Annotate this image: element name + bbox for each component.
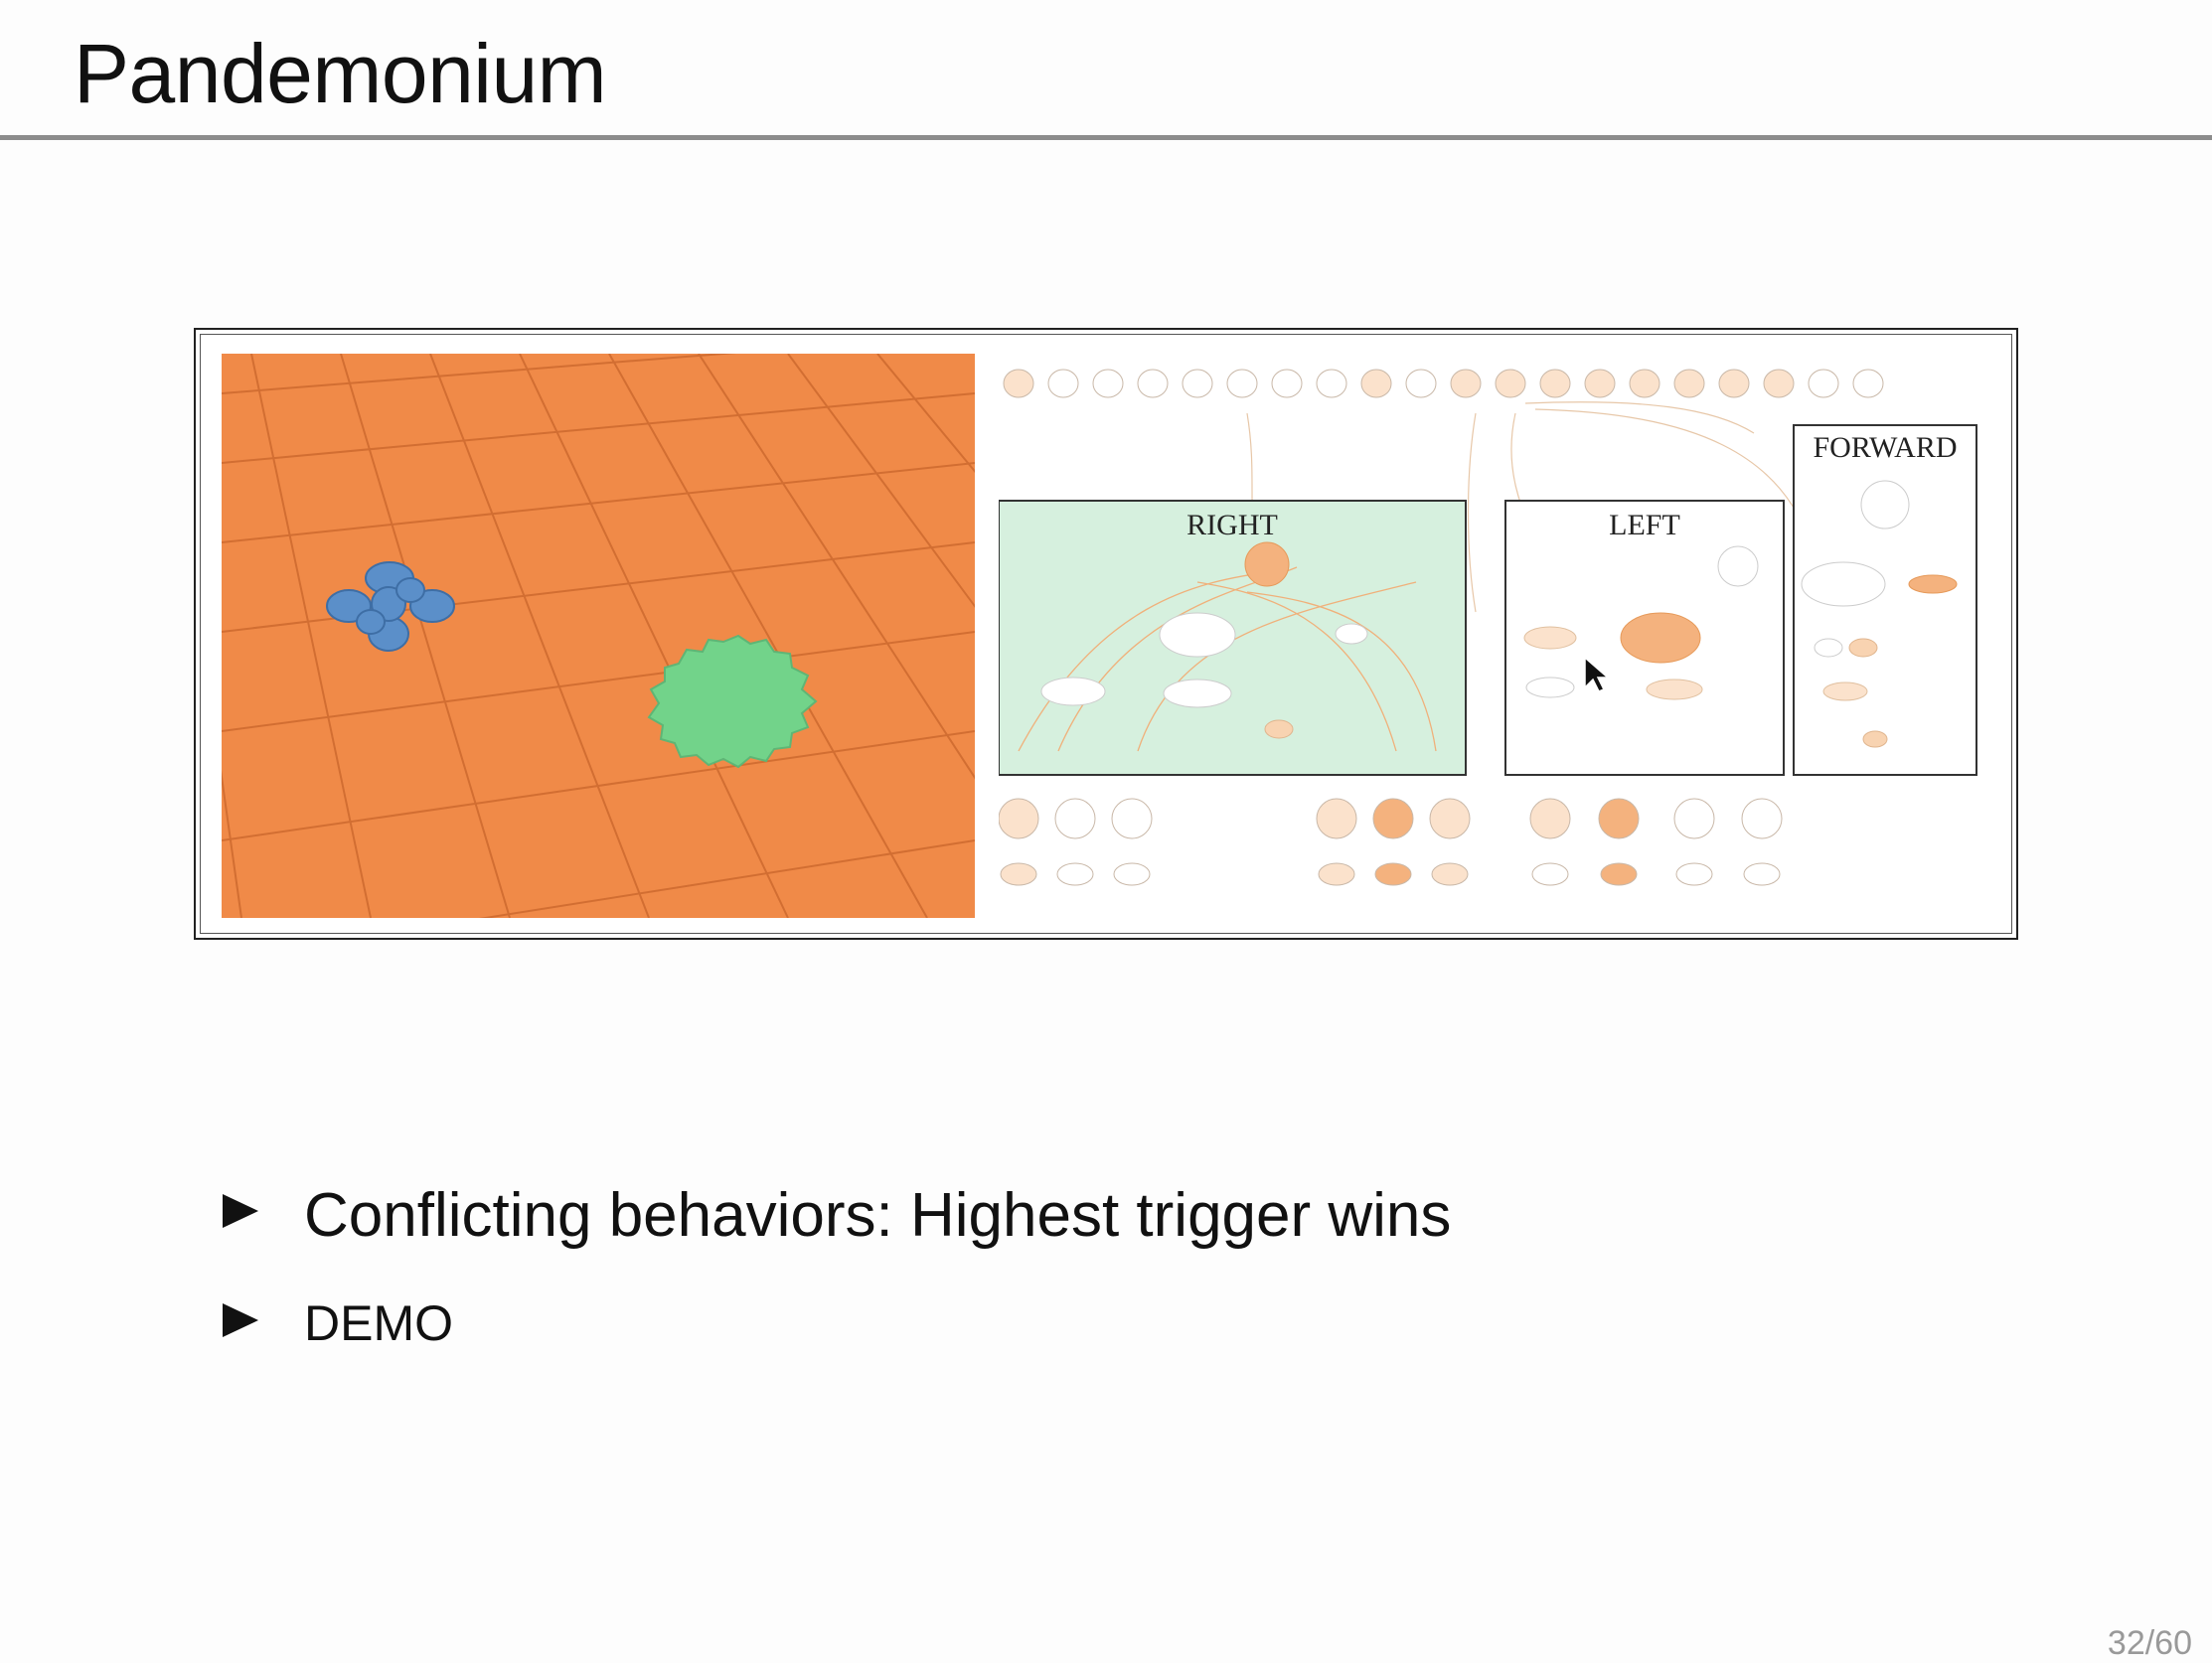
simulation-render [222, 354, 975, 918]
title-rule [0, 135, 2212, 140]
behavior-network-diagram: RIGHT LEFT FORWARD [999, 369, 1977, 886]
page-number: 32/60 [2107, 1624, 2192, 1662]
forward-label: FORWARD [1813, 431, 1957, 464]
slide-title: Pandemonium [74, 27, 607, 120]
bullet-triangle-icon [223, 1303, 258, 1337]
actuator-node-row [999, 798, 1783, 886]
left-label: LEFT [1609, 509, 1680, 541]
floor [222, 354, 975, 918]
sensor-node-row [1003, 369, 1884, 398]
bullet-triangle-icon [223, 1194, 258, 1228]
bullet-text: DEMO [304, 1295, 453, 1351]
right-behavior-box: RIGHT [999, 500, 1467, 776]
right-label: RIGHT [1186, 509, 1278, 541]
forward-behavior-box: FORWARD [1793, 424, 1977, 776]
figure-frame: RIGHT LEFT FORWARD [194, 328, 2018, 940]
bullet-text: Conflicting behaviors: Highest trigger w… [304, 1181, 1452, 1250]
left-behavior-box: LEFT [1504, 500, 1785, 776]
